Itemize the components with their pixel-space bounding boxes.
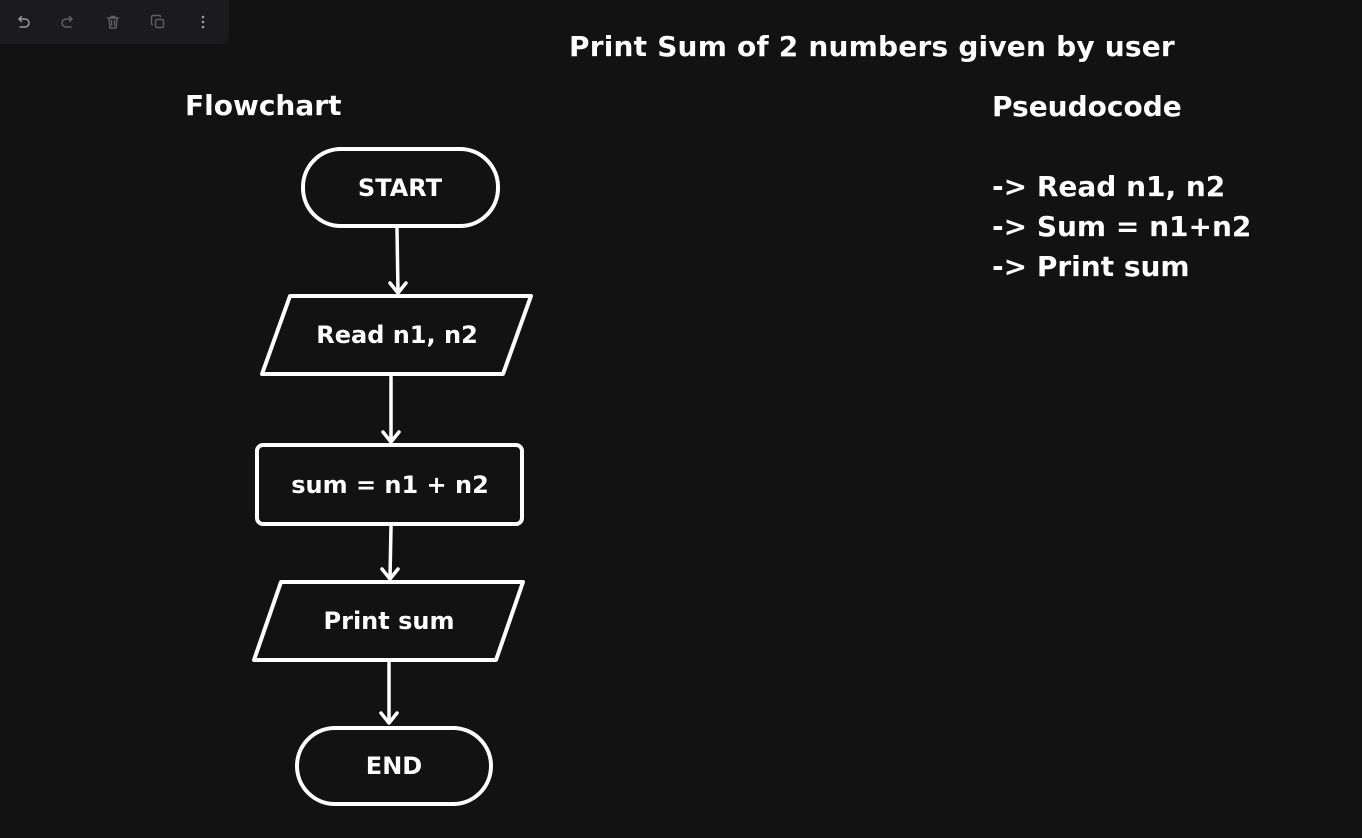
- sum-node-label: sum = n1 + n2: [291, 471, 489, 499]
- arrow-print-to-end: [379, 661, 399, 725]
- end-node-label: END: [366, 752, 422, 780]
- end-node[interactable]: END: [295, 726, 493, 806]
- read-node-label: Read n1, n2: [316, 321, 478, 349]
- arrow-read-to-sum: [381, 375, 401, 444]
- arrow-sum-to-print: [380, 525, 400, 581]
- start-node[interactable]: START: [301, 147, 500, 228]
- sum-node[interactable]: sum = n1 + n2: [255, 443, 524, 526]
- read-node[interactable]: Read n1, n2: [260, 294, 533, 376]
- print-node-label: Print sum: [324, 607, 455, 635]
- print-node[interactable]: Print sum: [252, 580, 525, 662]
- flowchart: START Read n1, n2 sum = n1 + n2 Print su…: [252, 147, 533, 806]
- start-node-label: START: [358, 174, 443, 202]
- arrow-start-to-read: [388, 227, 408, 295]
